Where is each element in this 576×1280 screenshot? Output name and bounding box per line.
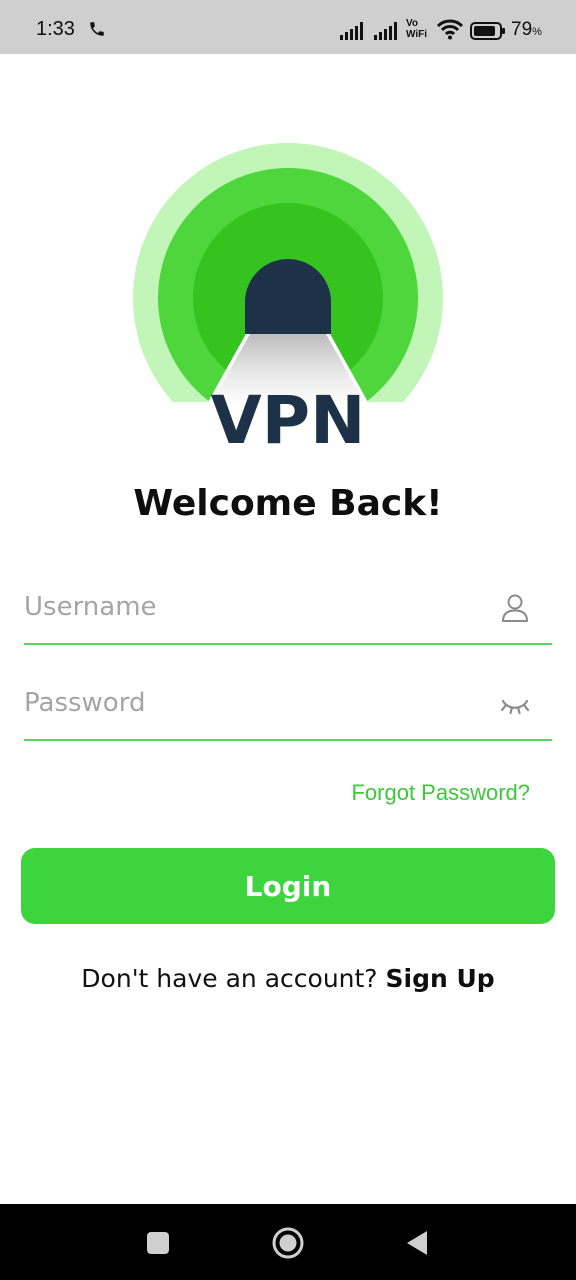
username-input[interactable] (24, 587, 484, 627)
home-button[interactable] (272, 1227, 304, 1259)
status-time: 1:33 (36, 18, 75, 40)
navigation-bar (0, 1204, 576, 1280)
username-field (24, 575, 552, 645)
vpn-logo: VPN (133, 143, 443, 450)
user-icon (502, 594, 528, 622)
login-button[interactable]: Login (21, 848, 555, 924)
logo-text: VPN (211, 382, 366, 450)
cellular-signal-icon (374, 22, 397, 40)
status-bar: 1:33 Vo WiFi 79% (0, 0, 576, 54)
welcome-title: Welcome Back! (133, 483, 443, 524)
battery-percent: 79% (511, 19, 542, 40)
cellular-signal-icon (340, 22, 363, 40)
forgot-password-link[interactable]: Forgot Password? (351, 780, 530, 806)
signup-row: Don't have an account? Sign Up (0, 964, 576, 993)
back-button[interactable] (405, 1229, 429, 1257)
vowifi-indicator: Vo WiFi (406, 18, 428, 40)
battery-icon (470, 22, 505, 40)
recents-button[interactable] (147, 1232, 169, 1254)
signup-link[interactable]: Sign Up (386, 964, 495, 993)
signup-prompt: Don't have an account? (81, 964, 378, 993)
password-input[interactable] (24, 683, 484, 723)
wifi-icon (436, 19, 464, 40)
password-field (24, 671, 552, 741)
eye-closed-icon[interactable] (500, 689, 530, 719)
phone-call-icon (90, 22, 104, 36)
